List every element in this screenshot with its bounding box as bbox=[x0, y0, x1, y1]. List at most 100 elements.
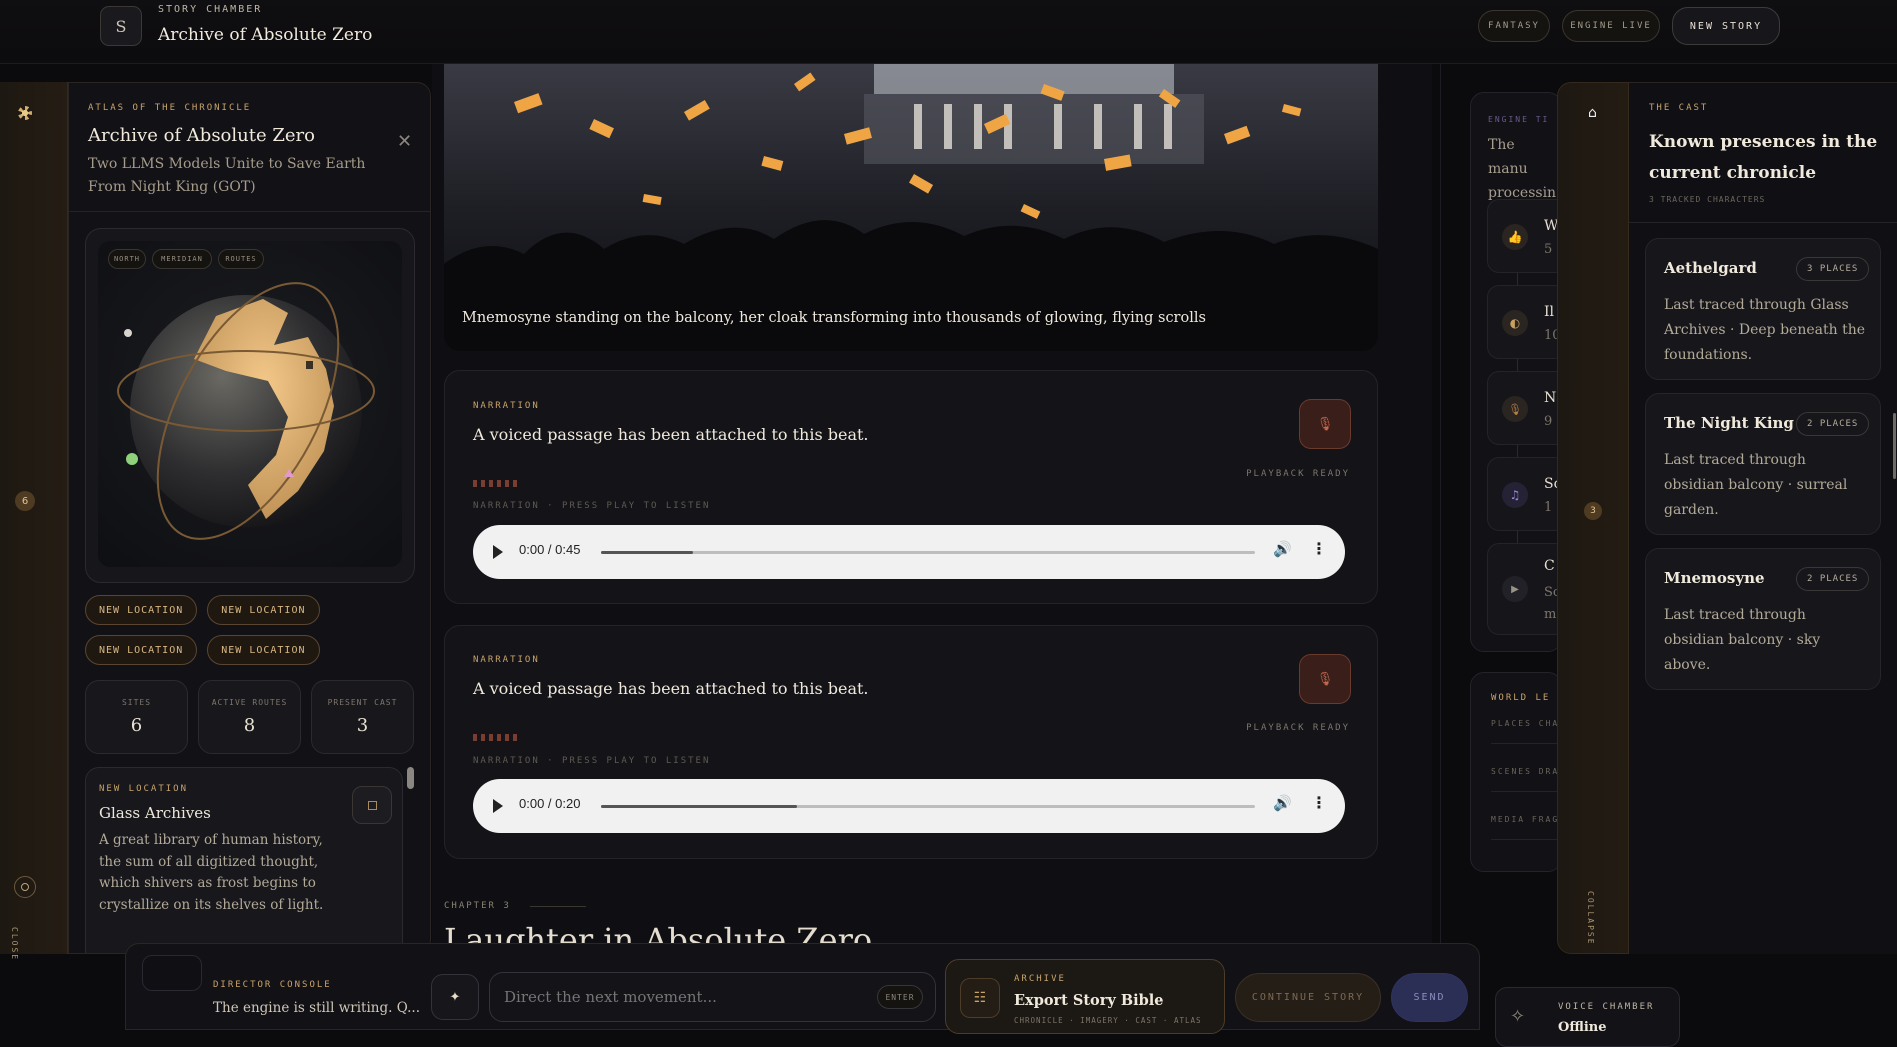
globe-viewport[interactable]: NORTH MERIDIAN ROUTES bbox=[98, 241, 402, 567]
cast-title: Known presences in the current chronicle bbox=[1649, 132, 1878, 183]
cast-panel: THE CAST Known presences in the current … bbox=[1629, 82, 1897, 954]
sparkle-button[interactable]: ✦ bbox=[431, 974, 479, 1020]
atlas-eyebrow: ATLAS OF THE CHRONICLE bbox=[88, 103, 252, 113]
archive-eyebrow: ARCHIVE bbox=[1014, 974, 1066, 984]
engine-item[interactable]: ▶ C Sc m bbox=[1487, 543, 1561, 635]
microphone-button[interactable]: 🎙 bbox=[1299, 654, 1351, 704]
engine-item[interactable]: ◐ Il 10 bbox=[1487, 285, 1561, 359]
location-tag-3[interactable]: NEW LOCATION bbox=[85, 635, 198, 665]
target-icon[interactable] bbox=[14, 876, 36, 898]
audio-player: 0:00 / 0:20 🔊 ⋮ bbox=[473, 779, 1345, 833]
playback-status: PLAYBACK READY bbox=[1246, 723, 1350, 733]
location-card-eyebrow: NEW LOCATION bbox=[99, 784, 189, 794]
engine-panel: ENGINE TI The manu processin 👍 W 5 ◐ Il … bbox=[1470, 92, 1562, 652]
divider bbox=[1491, 743, 1561, 744]
cast-scrollbar[interactable] bbox=[1893, 413, 1896, 479]
sun-icon[interactable] bbox=[18, 106, 32, 120]
world-row: SCENES DRA bbox=[1491, 767, 1560, 776]
character-desc: Last traced through obsidian balcony · s… bbox=[1664, 452, 1848, 518]
character-card[interactable]: Mnemosyne 2 PLACES Last traced through o… bbox=[1645, 548, 1881, 690]
engine-item[interactable]: 🎙 N 9 bbox=[1487, 371, 1561, 445]
character-desc: Last traced through obsidian balcony · s… bbox=[1664, 607, 1821, 673]
director-console: DIRECTOR CONSOLE The engine is still wri… bbox=[125, 943, 1480, 1034]
location-pin-button[interactable] bbox=[352, 786, 392, 824]
atlas-title: Archive of Absolute Zero bbox=[88, 125, 315, 146]
new-story-button[interactable]: NEW STORY bbox=[1672, 7, 1780, 45]
volume-icon[interactable]: 🔊 bbox=[1273, 794, 1292, 812]
places-badge: 2 PLACES bbox=[1796, 567, 1870, 591]
collapse-button[interactable]: COLLAPSE bbox=[1586, 891, 1595, 946]
location-card[interactable]: NEW LOCATION Glass Archives A great libr… bbox=[85, 767, 403, 953]
play-icon[interactable] bbox=[493, 545, 503, 559]
audio-scrubber[interactable] bbox=[601, 551, 1255, 554]
microphone-icon: 🎙 bbox=[1502, 396, 1528, 422]
cast-rail: ⌂ 3 COLLAPSE bbox=[1557, 82, 1629, 954]
compass-icon: ✧ bbox=[1510, 1006, 1526, 1027]
more-options-icon[interactable]: ⋮ bbox=[1311, 793, 1327, 812]
archive-subtitle: CHRONICLE · IMAGERY · CAST · ATLAS bbox=[1014, 1016, 1202, 1025]
audio-scrubber[interactable] bbox=[601, 805, 1255, 808]
engine-item[interactable]: 👍 W 5 bbox=[1487, 199, 1561, 273]
audio-player: 0:00 / 0:45 🔊 ⋮ bbox=[473, 525, 1345, 579]
globe-card: NORTH MERIDIAN ROUTES bbox=[85, 228, 415, 583]
narration-title: A voiced passage has been attached to th… bbox=[473, 425, 869, 444]
voice-eyebrow: VOICE CHAMBER bbox=[1558, 1002, 1655, 1012]
narration-card: NARRATION A voiced passage has been atta… bbox=[444, 625, 1378, 859]
direction-text-field[interactable] bbox=[504, 985, 864, 1009]
console-eyebrow: DIRECTOR CONSOLE bbox=[213, 980, 332, 990]
play-icon[interactable] bbox=[493, 799, 503, 813]
more-options-icon[interactable]: ⋮ bbox=[1311, 539, 1327, 558]
genre-chip[interactable]: FANTASY bbox=[1478, 10, 1550, 42]
character-card[interactable]: Aethelgard 3 PLACES Last traced through … bbox=[1645, 238, 1881, 380]
close-rail-label[interactable]: CLOSE bbox=[10, 927, 19, 961]
atlas-stats: SITES 6 ACTIVE ROUTES 8 PRESENT CAST 3 bbox=[85, 680, 414, 754]
console-status: The engine is still writing. Q... bbox=[213, 1000, 420, 1016]
voice-chamber-widget[interactable]: ✧ VOICE CHAMBER Offline bbox=[1495, 987, 1680, 1047]
location-card-body: A great library of human history, the su… bbox=[99, 832, 324, 913]
home-icon[interactable]: ⌂ bbox=[1588, 105, 1597, 121]
story-logo[interactable]: S bbox=[100, 6, 142, 46]
narration-card: NARRATION A voiced passage has been atta… bbox=[444, 370, 1378, 604]
close-icon[interactable]: ✕ bbox=[397, 131, 412, 152]
export-bible-button[interactable]: ☷ ARCHIVE Export Story Bible CHRONICLE ·… bbox=[945, 959, 1225, 1034]
tracked-count: 3 TRACKED CHARACTERS bbox=[1649, 195, 1766, 204]
atlas-scrollbar[interactable] bbox=[407, 767, 414, 789]
engine-item[interactable]: ♫ Sc 1 bbox=[1487, 457, 1561, 531]
places-badge: 2 PLACES bbox=[1796, 412, 1870, 436]
console-ghost-tab bbox=[142, 955, 202, 991]
narration-eyebrow: NARRATION bbox=[473, 655, 540, 665]
volume-icon[interactable]: 🔊 bbox=[1273, 540, 1292, 558]
character-card[interactable]: The Night King 2 PLACES Last traced thro… bbox=[1645, 393, 1881, 535]
location-tag-1[interactable]: NEW LOCATION bbox=[85, 595, 198, 625]
continue-story-button[interactable]: CONTINUE STORY bbox=[1235, 973, 1381, 1022]
direction-input[interactable]: ENTER bbox=[489, 972, 936, 1022]
location-tags: NEW LOCATION NEW LOCATION NEW LOCATION N… bbox=[85, 595, 425, 665]
globe-graphic bbox=[117, 282, 375, 540]
engine-status-chip[interactable]: ENGINE LIVE bbox=[1562, 10, 1660, 42]
chapter-label: CHAPTER 3 bbox=[444, 901, 511, 911]
scene-image-card: Mnemosyne standing on the balcony, her c… bbox=[444, 64, 1378, 351]
sparkle-icon: ✦ bbox=[449, 989, 461, 1005]
world-ledger-panel: WORLD LE PLACES CHA SCENES DRA MEDIA FRA… bbox=[1470, 672, 1562, 872]
location-tag-4[interactable]: NEW LOCATION bbox=[207, 635, 320, 665]
divider bbox=[530, 906, 586, 907]
audio-time: 0:00 / 0:20 bbox=[519, 796, 581, 811]
half-moon-icon: ◐ bbox=[1502, 310, 1528, 336]
character-desc: Last traced through Glass Archives · Dee… bbox=[1664, 297, 1865, 363]
page-title: Archive of Absolute Zero bbox=[158, 25, 373, 45]
cast-eyebrow: THE CAST bbox=[1649, 103, 1709, 113]
divider bbox=[1491, 839, 1561, 840]
location-tag-2[interactable]: NEW LOCATION bbox=[207, 595, 320, 625]
location-card-title: Glass Archives bbox=[99, 804, 211, 822]
microphone-button[interactable]: 🎙 bbox=[1299, 399, 1351, 449]
engine-text: The manu processin bbox=[1488, 137, 1557, 201]
divider bbox=[1629, 222, 1897, 223]
microphone-icon: 🎙 bbox=[1316, 671, 1334, 687]
microphone-icon: 🎙 bbox=[1316, 416, 1334, 432]
sites-count-badge: 6 bbox=[15, 491, 35, 511]
list-icon: ☷ bbox=[960, 978, 1000, 1018]
stat-active-routes: ACTIVE ROUTES 8 bbox=[198, 680, 301, 754]
send-button[interactable]: SEND bbox=[1391, 973, 1468, 1022]
narration-eyebrow: NARRATION bbox=[473, 401, 540, 411]
playback-status: PLAYBACK READY bbox=[1246, 469, 1350, 479]
